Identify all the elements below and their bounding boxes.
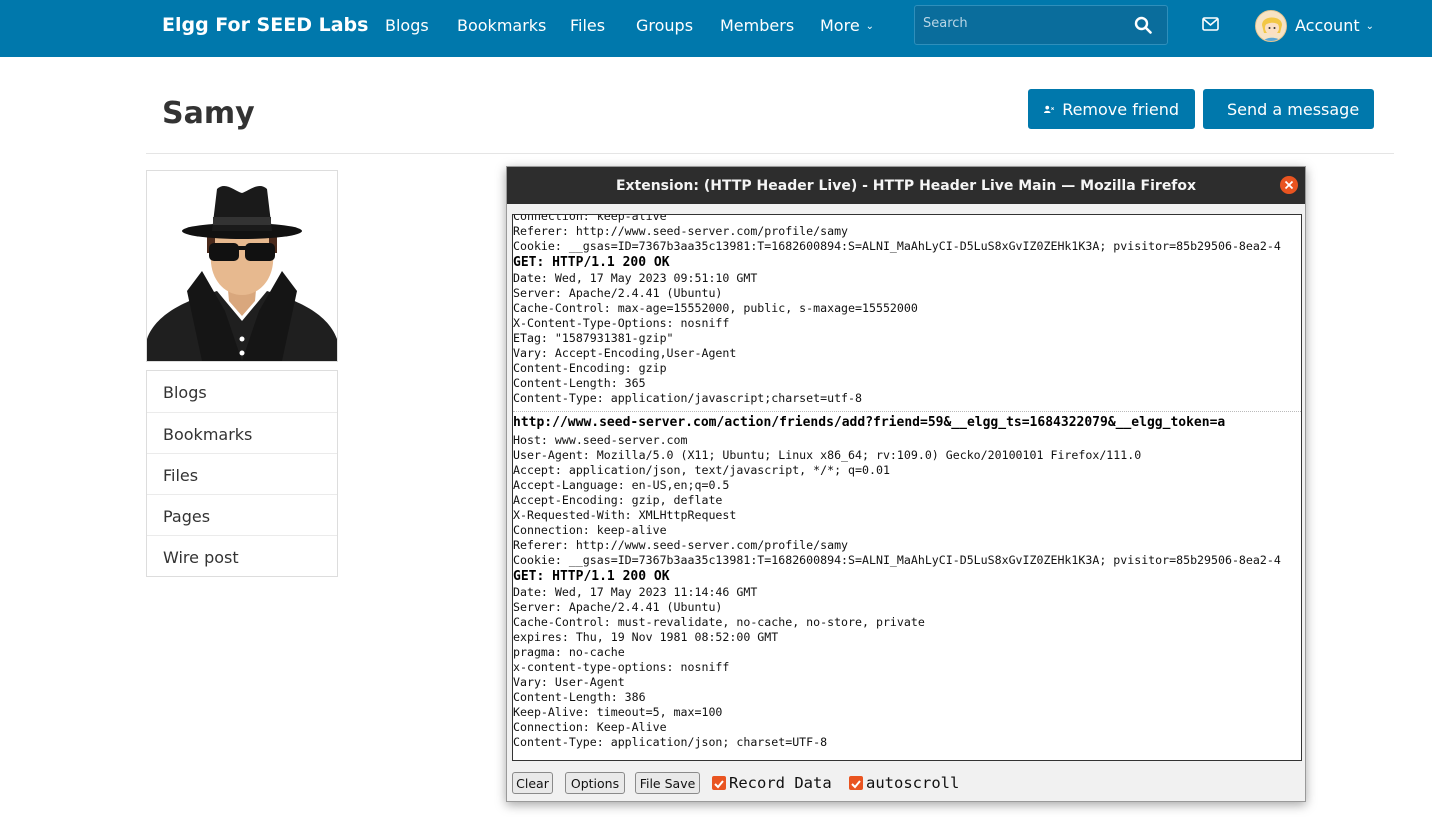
response-status: GET: HTTP/1.1 200 OK: [513, 569, 670, 584]
top-nav-bar: Elgg For SEED Labs Blogs Bookmarks Files…: [0, 0, 1432, 57]
side-menu-files[interactable]: Files: [147, 453, 337, 494]
log-line: Accept-Encoding: gzip, deflate: [513, 493, 723, 507]
log-line: X-Requested-With: XMLHttpRequest: [513, 508, 737, 522]
http-log-area[interactable]: Connection: keep-alive Referer: http://w…: [512, 214, 1302, 761]
chevron-down-icon: ⌄: [1365, 21, 1374, 32]
envelope-icon[interactable]: [1202, 17, 1219, 31]
clear-button[interactable]: Clear: [512, 772, 553, 794]
request-url[interactable]: http://www.seed-server.com/action/friend…: [513, 411, 1301, 433]
autoscroll-checkbox[interactable]: [849, 776, 863, 790]
log-line: Cookie: __gsas=ID=7367b3aa35c13981:T=168…: [513, 239, 1281, 253]
header-divider: [146, 153, 1394, 154]
log-line: Cache-Control: max-age=15552000, public,…: [513, 301, 918, 315]
close-window-button[interactable]: [1280, 176, 1298, 194]
log-line: Content-Length: 386: [513, 690, 646, 704]
log-line: Accept-Language: en-US,en;q=0.5: [513, 478, 730, 492]
send-message-label: Send a message: [1227, 99, 1360, 119]
profile-avatar[interactable]: [146, 170, 338, 362]
log-line: Cookie: __gsas=ID=7367b3aa35c13981:T=168…: [513, 553, 1281, 567]
record-data-label: Record Data: [729, 774, 832, 792]
nav-members[interactable]: Members: [720, 16, 794, 35]
nav-groups[interactable]: Groups: [636, 16, 693, 35]
log-line: X-Content-Type-Options: nosniff: [513, 316, 730, 330]
log-line: Vary: Accept-Encoding,User-Agent: [513, 346, 737, 360]
log-line: Connection: keep-alive: [513, 214, 667, 223]
extension-footer: Clear Options File Save Record Data auto…: [507, 771, 1305, 797]
log-line: Keep-Alive: timeout=5, max=100: [513, 705, 723, 719]
chevron-down-icon: ⌄: [865, 21, 875, 32]
log-line: ETag: "1587931381-gzip": [513, 331, 674, 345]
window-titlebar[interactable]: Extension: (HTTP Header Live) - HTTP Hea…: [507, 167, 1305, 204]
http-header-live-window: Extension: (HTTP Header Live) - HTTP Hea…: [506, 166, 1306, 802]
checkmark-icon: [851, 780, 861, 789]
nav-more[interactable]: More ⌄: [820, 16, 874, 35]
user-remove-icon: [1044, 105, 1055, 113]
log-line: Referer: http://www.seed-server.com/prof…: [513, 224, 849, 238]
response-status: GET: HTTP/1.1 200 OK: [513, 255, 670, 270]
log-line: Connection: keep-alive: [513, 523, 667, 537]
log-line: Host: www.seed-server.com: [513, 433, 688, 447]
remove-friend-label: Remove friend: [1062, 99, 1179, 119]
search-icon[interactable]: [1134, 16, 1152, 34]
page-title: Samy: [162, 96, 255, 131]
log-line: Content-Encoding: gzip: [513, 361, 667, 375]
account-menu[interactable]: Account ⌄: [1295, 16, 1374, 35]
account-label: Account: [1295, 16, 1360, 35]
record-data-checkbox[interactable]: [712, 776, 726, 790]
log-line: Accept: application/json, text/javascrip…: [513, 463, 890, 477]
autoscroll-label: autoscroll: [866, 774, 960, 792]
log-line: Date: Wed, 17 May 2023 11:14:46 GMT: [513, 585, 758, 599]
avatar-image: [1256, 11, 1286, 41]
nav-blogs[interactable]: Blogs: [385, 16, 429, 35]
remove-friend-button[interactable]: Remove friend: [1028, 89, 1195, 129]
send-message-button[interactable]: Send a message: [1203, 89, 1374, 129]
side-menu-wire-post[interactable]: Wire post: [147, 535, 337, 576]
search-input[interactable]: [923, 16, 1123, 31]
log-line: Date: Wed, 17 May 2023 09:51:10 GMT: [513, 271, 758, 285]
log-line: Vary: User-Agent: [513, 675, 625, 689]
close-icon: [1284, 180, 1294, 190]
side-menu-blogs[interactable]: Blogs: [147, 371, 337, 412]
search-box: [914, 5, 1168, 45]
log-line: pragma: no-cache: [513, 645, 625, 659]
http-log-content: Connection: keep-alive Referer: http://w…: [513, 214, 1301, 750]
log-line: User-Agent: Mozilla/5.0 (X11; Ubuntu; Li…: [513, 448, 1142, 462]
log-line: Connection: Keep-Alive: [513, 720, 667, 734]
log-line: x-content-type-options: nosniff: [513, 660, 730, 674]
options-button[interactable]: Options: [565, 772, 625, 794]
log-line: Referer: http://www.seed-server.com/prof…: [513, 538, 849, 552]
log-line: Content-Type: application/javascript;cha…: [513, 391, 863, 405]
checkmark-icon: [714, 780, 724, 789]
nav-bookmarks[interactable]: Bookmarks: [457, 16, 546, 35]
nav-files[interactable]: Files: [570, 16, 605, 35]
file-save-button[interactable]: File Save: [635, 772, 700, 794]
log-line: Server: Apache/2.4.41 (Ubuntu): [513, 286, 723, 300]
hacker-avatar-image: [147, 171, 337, 361]
log-line: Content-Type: application/json; charset=…: [513, 735, 828, 749]
window-title: Extension: (HTTP Header Live) - HTTP Hea…: [615, 178, 1197, 194]
log-line: Cache-Control: must-revalidate, no-cache…: [513, 615, 925, 629]
log-line: Server: Apache/2.4.41 (Ubuntu): [513, 600, 723, 614]
nav-more-label: More: [820, 16, 860, 35]
log-line: expires: Thu, 19 Nov 1981 08:52:00 GMT: [513, 630, 779, 644]
profile-side-menu: Blogs Bookmarks Files Pages Wire post: [146, 370, 338, 577]
side-menu-bookmarks[interactable]: Bookmarks: [147, 412, 337, 453]
user-avatar[interactable]: [1255, 10, 1287, 42]
side-menu-pages[interactable]: Pages: [147, 494, 337, 535]
log-line: Content-Length: 365: [513, 376, 646, 390]
site-brand[interactable]: Elgg For SEED Labs: [162, 14, 368, 36]
